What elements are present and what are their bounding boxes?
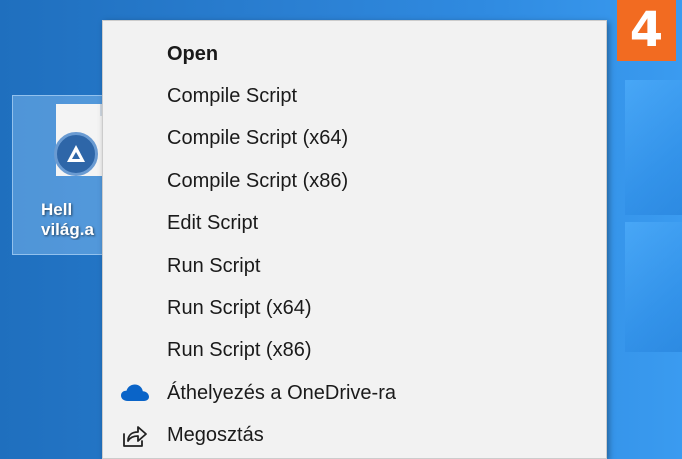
menu-item-label: Run Script (167, 254, 261, 277)
windows-logo-pane (625, 80, 682, 215)
menu-item-label: Áthelyezés a OneDrive-ra (167, 381, 396, 404)
step-number-badge: 4 (617, 0, 676, 61)
menu-item-label: Compile Script (x86) (167, 169, 349, 192)
menu-item-label: Run Script (x64) (167, 297, 312, 320)
windows-logo-pane (625, 222, 682, 352)
menu-item-share[interactable]: Megosztás (103, 415, 606, 457)
onedrive-cloud-icon (119, 381, 151, 405)
menu-item-label: Compile Script (167, 85, 298, 108)
context-menu: Open Compile Script Compile Script (x64)… (102, 20, 607, 459)
menu-item-label: Open (167, 42, 219, 65)
menu-item-label: Compile Script (x64) (167, 127, 349, 150)
menu-item-run-script[interactable]: Run Script (103, 245, 606, 287)
share-icon (119, 424, 151, 448)
menu-item-label: Edit Script (167, 212, 259, 235)
menu-item-open[interactable]: Open (103, 33, 606, 75)
menu-item-label: Megosztás (167, 424, 264, 447)
menu-item-move-to-onedrive[interactable]: Áthelyezés a OneDrive-ra (103, 372, 606, 414)
autoit-logo-icon (54, 132, 98, 176)
menu-item-run-script-x64[interactable]: Run Script (x64) (103, 287, 606, 329)
menu-item-run-script-x86[interactable]: Run Script (x86) (103, 330, 606, 372)
menu-item-compile-script-x64[interactable]: Compile Script (x64) (103, 118, 606, 160)
menu-item-compile-script-x86[interactable]: Compile Script (x86) (103, 160, 606, 202)
menu-item-edit-script[interactable]: Edit Script (103, 203, 606, 245)
menu-item-compile-script[interactable]: Compile Script (103, 75, 606, 117)
menu-item-label: Run Script (x86) (167, 339, 312, 362)
